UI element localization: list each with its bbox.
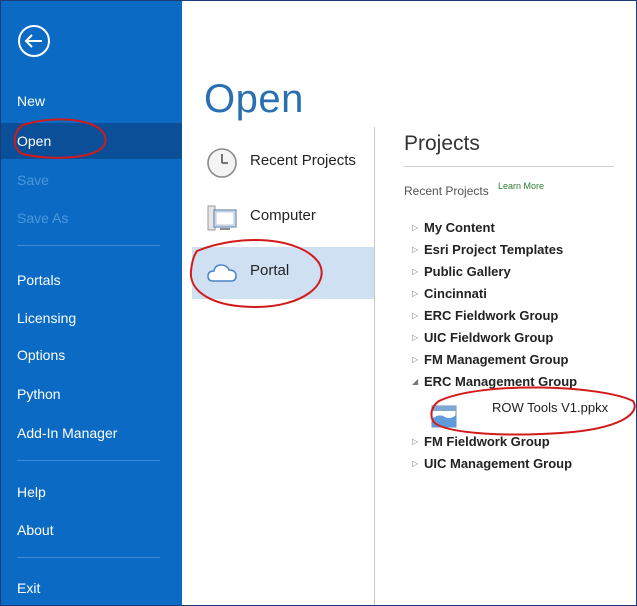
project-file-item[interactable]: ROW Tools V1.ppkx xyxy=(429,399,634,429)
cloud-icon xyxy=(207,264,237,282)
expand-arrow-icon[interactable]: ▷ xyxy=(412,245,424,254)
sidebar-item-python[interactable]: Python xyxy=(1,376,182,412)
sidebar-divider xyxy=(17,460,160,461)
recent-projects-label: Recent Projects xyxy=(404,184,489,198)
location-label: Recent Projects xyxy=(250,152,356,169)
tree-item-public-gallery[interactable]: ▷ Public Gallery xyxy=(412,263,511,283)
expand-arrow-icon[interactable]: ▷ xyxy=(412,289,424,298)
tree-item-my-content[interactable]: ▷ My Content xyxy=(412,219,495,239)
app-window: New Open Save Save As Portals Licensing … xyxy=(0,0,637,606)
tree-item-uic-management-group[interactable]: ▷ UIC Management Group xyxy=(412,455,572,475)
location-computer[interactable]: Computer xyxy=(192,192,374,244)
expand-arrow-icon[interactable]: ▷ xyxy=(412,267,424,276)
expand-arrow-icon[interactable]: ▷ xyxy=(412,459,424,468)
tree-item-esri-project-templates[interactable]: ▷ Esri Project Templates xyxy=(412,241,563,261)
learn-more-link[interactable]: Learn More xyxy=(498,181,544,191)
location-label: Computer xyxy=(250,207,316,224)
expand-arrow-icon[interactable]: ▷ xyxy=(412,311,424,320)
collapse-arrow-icon[interactable]: ◢ xyxy=(412,377,424,386)
projects-divider xyxy=(404,166,614,167)
sidebar-item-save: Save xyxy=(17,172,49,188)
sidebar-item-licensing[interactable]: Licensing xyxy=(1,300,182,336)
expand-arrow-icon[interactable]: ▷ xyxy=(412,355,424,364)
project-file-icon xyxy=(431,405,457,428)
location-label: Portal xyxy=(250,262,290,279)
sidebar-item-options[interactable]: Options xyxy=(1,337,182,373)
tree-item-fm-management-group[interactable]: ▷ FM Management Group xyxy=(412,351,568,371)
sidebar-item-open[interactable]: Open xyxy=(1,123,182,159)
sidebar-item-help[interactable]: Help xyxy=(1,474,182,510)
back-arrow-icon[interactable] xyxy=(17,24,51,58)
backstage-sidebar: New Open Save Save As Portals Licensing … xyxy=(1,1,182,605)
sidebar-item-add-in-manager[interactable]: Add-In Manager xyxy=(1,415,182,451)
location-recent-projects[interactable]: Recent Projects xyxy=(192,137,374,189)
sidebar-item-portals[interactable]: Portals xyxy=(1,262,182,298)
clock-icon xyxy=(207,148,237,178)
tree-item-erc-management-group[interactable]: ◢ ERC Management Group xyxy=(412,373,577,393)
sidebar-item-exit[interactable]: Exit xyxy=(1,570,182,605)
computer-icon xyxy=(207,205,237,231)
tree-item-fm-fieldwork-group[interactable]: ▷ FM Fieldwork Group xyxy=(412,433,550,453)
tree-item-uic-fieldwork-group[interactable]: ▷ UIC Fieldwork Group xyxy=(412,329,553,349)
tree-item-erc-fieldwork-group[interactable]: ▷ ERC Fieldwork Group xyxy=(412,307,558,327)
sidebar-item-save-as: Save As xyxy=(17,210,69,226)
expand-arrow-icon[interactable]: ▷ xyxy=(412,333,424,342)
expand-arrow-icon[interactable]: ▷ xyxy=(412,437,424,446)
expand-arrow-icon[interactable]: ▷ xyxy=(412,223,424,232)
page-title: Open xyxy=(204,77,304,121)
sidebar-item-new[interactable]: New xyxy=(1,83,182,119)
projects-heading: Projects xyxy=(404,132,480,155)
location-portal[interactable]: Portal xyxy=(192,247,374,299)
sidebar-divider xyxy=(17,245,160,246)
sidebar-item-about[interactable]: About xyxy=(1,512,182,548)
tree-item-cincinnati[interactable]: ▷ Cincinnati xyxy=(412,285,487,305)
project-file-name: ROW Tools V1.ppkx xyxy=(492,400,609,415)
column-divider xyxy=(374,127,375,605)
sidebar-divider xyxy=(17,557,160,558)
